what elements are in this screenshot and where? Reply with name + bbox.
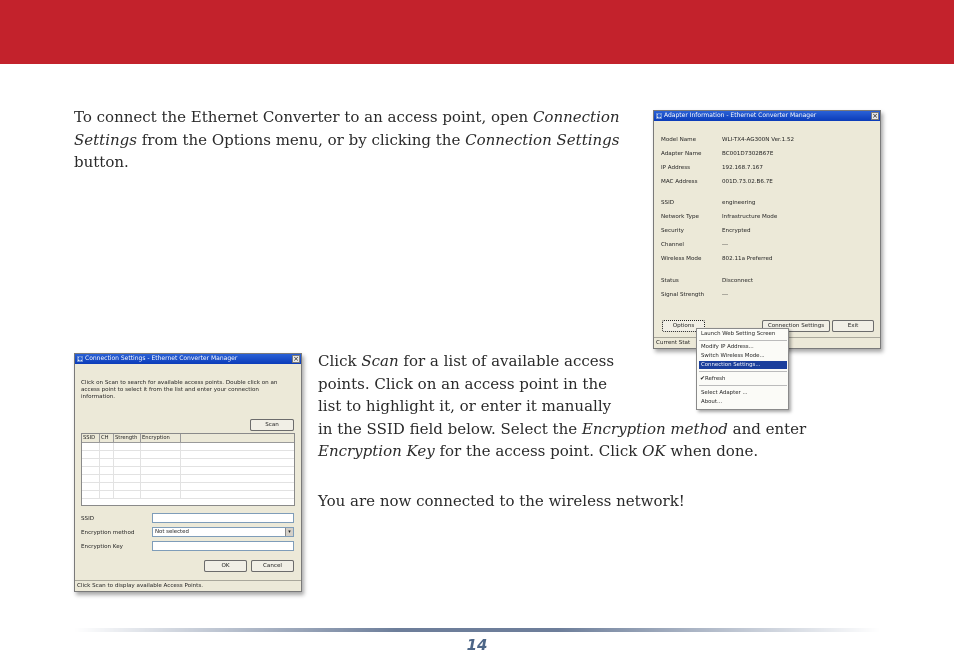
footer-divider: [74, 628, 880, 632]
text-run: button.: [74, 153, 129, 171]
adapter-window-titlebar: ● Adapter Information - Ethernet Convert…: [654, 111, 880, 121]
encryption-key-label: Encryption Key: [81, 544, 123, 550]
adapter-information-window: ● Adapter Information - Ethernet Convert…: [653, 110, 881, 349]
info-key: Wireless Mode: [661, 256, 702, 262]
page-number: 14: [466, 636, 488, 654]
scan-instructions: Click on Scan to search for available ac…: [81, 380, 278, 400]
info-key: Signal Strength: [661, 292, 705, 298]
info-value: 001D.73.02.B6.7E: [722, 179, 773, 185]
top-banner: [0, 0, 954, 64]
table-row[interactable]: [82, 459, 294, 467]
text-run: Encryption method: [581, 419, 728, 438]
table-row[interactable]: [82, 491, 294, 499]
ssid-label: SSID: [81, 516, 95, 522]
info-value: WLI-TX4-AG300N Ver.1.52: [722, 137, 795, 143]
text-run: for the access point. Click: [434, 442, 643, 460]
table-row[interactable]: [82, 475, 294, 483]
info-row: Channel ---: [661, 242, 728, 248]
connected-paragraph: You are now connected to the wireless ne…: [318, 492, 685, 510]
encryption-method-value: Not selected: [155, 529, 189, 535]
cancel-button[interactable]: Cancel: [251, 560, 294, 572]
adapter-window-title: Adapter Information - Ethernet Converter…: [664, 112, 817, 119]
info-value: 192.168.7.167: [722, 165, 763, 171]
info-value: ---: [722, 242, 729, 248]
menu-item-launch-web-setting[interactable]: Launch Web Setting Screen: [699, 330, 787, 338]
info-key: Model Name: [661, 137, 697, 143]
close-icon[interactable]: ×: [871, 112, 879, 120]
column-header-encryption[interactable]: Encryption: [141, 434, 181, 442]
info-value: engineering: [722, 200, 756, 206]
conn-window-title: Connection Settings - Ethernet Converter…: [85, 355, 238, 362]
close-icon[interactable]: ×: [292, 355, 300, 363]
info-row: MAC Address 001D.73.02.B6.7E: [661, 179, 773, 185]
text-run: when done.: [665, 442, 759, 460]
info-row: Model Name WLI-TX4-AG300N Ver.1.52: [661, 137, 794, 143]
text-run: from the Options menu, or by clicking th…: [136, 130, 466, 149]
encryption-method-label: Encryption method: [81, 530, 135, 536]
app-icon: ●: [656, 113, 662, 119]
info-row: Status Disconnect: [661, 278, 753, 284]
info-row: IP Address 192.168.7.167: [661, 165, 763, 171]
info-value: Infrastructure Mode: [722, 214, 778, 220]
text-run: and enter: [727, 419, 807, 438]
info-row: SSID engineering: [661, 200, 755, 206]
info-value: 802.11a Preferred: [722, 256, 773, 262]
table-row[interactable]: [82, 451, 294, 459]
info-row: Adapter Name BC001D7302B67E: [661, 151, 773, 157]
info-key: Network Type: [661, 214, 699, 220]
column-header-ch[interactable]: CH: [100, 434, 114, 442]
table-row[interactable]: [82, 467, 294, 475]
info-value: Encrypted: [722, 228, 751, 234]
info-key: Security: [661, 228, 684, 234]
info-key: MAC Address: [661, 179, 698, 185]
intro-paragraph: To connect the Ethernet Converter to an …: [74, 106, 634, 174]
info-key: Adapter Name: [661, 151, 702, 157]
conn-window-titlebar: ● Connection Settings - Ethernet Convert…: [75, 354, 301, 364]
text-run: Scan: [361, 352, 399, 370]
info-value: ---: [722, 292, 729, 298]
text-run: OK: [642, 442, 666, 460]
info-row: Network Type Infrastructure Mode: [661, 214, 777, 220]
encryption-method-select[interactable]: Not selected ▾: [152, 527, 294, 537]
access-point-list[interactable]: SSID CH Strength Encryption: [81, 433, 295, 506]
column-header-ssid[interactable]: SSID: [82, 434, 100, 442]
info-row: Security Encrypted: [661, 228, 751, 234]
access-point-list-header: SSID CH Strength Encryption: [82, 434, 294, 443]
exit-button[interactable]: Exit: [832, 320, 874, 332]
table-row[interactable]: [82, 443, 294, 451]
scan-paragraph: Click Scan for a list of available acces…: [318, 350, 858, 463]
status-bar: Click Scan to display available Access P…: [75, 580, 301, 591]
text-wrap-shaper: [626, 350, 858, 416]
info-key: IP Address: [661, 165, 691, 171]
text-run: Encryption Key: [318, 442, 435, 460]
info-row: Wireless Mode 802.11a Preferred: [661, 256, 772, 262]
text-run: To connect the Ethernet Converter to an …: [74, 108, 533, 126]
info-key: SSID: [661, 200, 675, 206]
column-header-strength[interactable]: Strength: [114, 434, 141, 442]
app-icon: ●: [77, 356, 83, 362]
ok-button[interactable]: OK: [204, 560, 247, 572]
info-row: Signal Strength ---: [661, 292, 728, 298]
menu-separator: [699, 340, 787, 341]
scan-button[interactable]: Scan: [250, 419, 294, 431]
chevron-down-icon[interactable]: ▾: [285, 528, 293, 536]
ssid-field[interactable]: [152, 513, 294, 523]
connection-settings-window: ● Connection Settings - Ethernet Convert…: [74, 353, 302, 592]
info-value: BC001D7302B67E: [722, 151, 774, 157]
text-run: Connection Settings: [465, 130, 620, 149]
info-key: Channel: [661, 242, 684, 248]
encryption-key-field[interactable]: [152, 541, 294, 551]
table-row[interactable]: [82, 483, 294, 491]
text-run: Click: [318, 352, 362, 370]
info-key: Status: [661, 278, 679, 284]
info-value: Disconnect: [722, 278, 754, 284]
